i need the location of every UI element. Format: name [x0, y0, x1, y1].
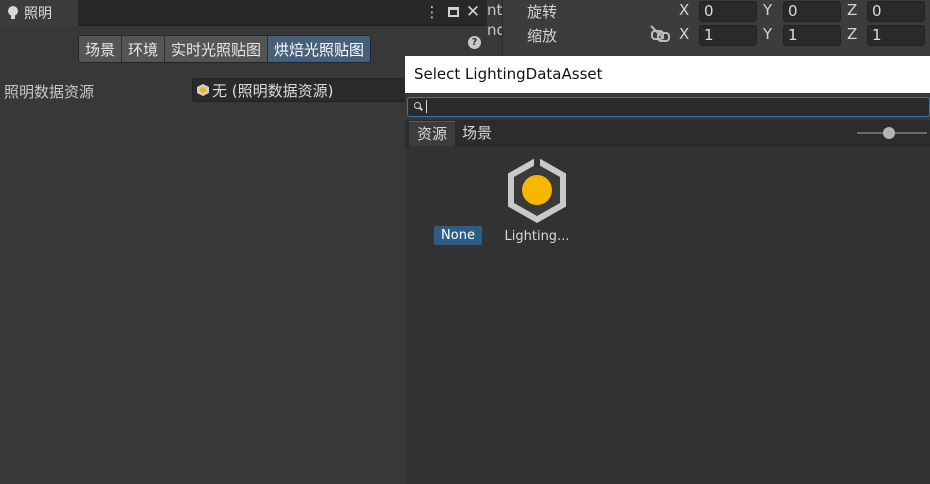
lighting-data-value: 无 (照明数据资源) — [212, 81, 334, 100]
rotation-y-label: Y — [763, 1, 773, 19]
scale-x-field[interactable]: 1 — [699, 25, 757, 46]
rotation-z-label: Z — [847, 1, 858, 19]
icon-size-slider[interactable] — [857, 127, 927, 139]
more-options-icon[interactable]: ⋮ — [422, 2, 442, 22]
close-icon[interactable]: ✕ — [463, 2, 483, 22]
scale-y-field[interactable]: 1 — [783, 25, 841, 46]
transform-inspector: 旋转 X 0 Y 0 Z 0 缩放 X 1 Y 1 Z 1 — [502, 0, 930, 56]
tab-scene-objects[interactable]: 场景 — [454, 121, 500, 146]
help-icon[interactable]: ? — [468, 36, 481, 49]
slider-thumb[interactable] — [883, 127, 895, 139]
rotation-z-field[interactable]: 0 — [867, 1, 925, 22]
editor-screen: 照明 ⋮ ✕ 场景 环境 实时光照贴图 烘焙光照贴图 ? 照明数据资源 无 (照… — [0, 0, 930, 484]
text-caret — [426, 100, 427, 113]
tab-assets[interactable]: 资源 — [409, 121, 456, 146]
lighting-data-label: 照明数据资源 — [4, 83, 95, 101]
scale-z-field[interactable]: 1 — [867, 25, 925, 46]
picker-item-lighting-data[interactable]: Lighting... — [498, 157, 576, 244]
picker-item-none-label: None — [434, 226, 482, 245]
picker-search-row — [405, 93, 930, 120]
picker-item-lighting-data-label: Lighting... — [504, 229, 570, 244]
picker-tabs: 资源 场景 — [405, 120, 930, 146]
scale-label: 缩放 — [527, 27, 558, 45]
lighting-window-tab[interactable]: 照明 — [0, 0, 78, 26]
lightbulb-icon — [8, 6, 18, 20]
tab-environment[interactable]: 环境 — [122, 36, 166, 62]
tab-scene[interactable]: 场景 — [79, 36, 123, 62]
lighting-window-tab-bar: 照明 ⋮ ✕ — [0, 0, 487, 26]
scale-y-label: Y — [763, 25, 773, 43]
picker-search-input[interactable] — [430, 98, 920, 116]
picker-search-box[interactable] — [407, 97, 930, 117]
picker-item-none[interactable]: None — [419, 226, 497, 245]
maximize-icon[interactable] — [443, 2, 463, 22]
search-icon — [414, 102, 422, 110]
picker-title: Select LightingDataAsset — [414, 65, 603, 83]
object-picker-window: Select LightingDataAsset 资源 场景 None Ligh… — [405, 56, 930, 484]
lighting-data-asset-icon — [197, 84, 209, 96]
tab-baked-lightmaps[interactable]: 烘焙光照贴图 — [268, 36, 371, 62]
scale-z-label: Z — [847, 25, 858, 43]
lighting-data-asset-icon — [508, 157, 566, 223]
lighting-window-title: 照明 — [24, 6, 52, 22]
rotation-label: 旋转 — [527, 3, 558, 21]
lighting-data-object-field[interactable]: 无 (照明数据资源) — [192, 78, 422, 102]
scale-x-label: X — [679, 25, 690, 43]
lighting-mode-tabs: 场景 环境 实时光照贴图 烘焙光照贴图 — [78, 35, 372, 63]
rotation-x-label: X — [679, 1, 690, 19]
rotation-y-field[interactable]: 0 — [783, 1, 841, 22]
partial-label-1: nt — [487, 1, 503, 19]
picker-title-bar[interactable]: Select LightingDataAsset — [405, 56, 930, 93]
tab-realtime-lightmaps[interactable]: 实时光照贴图 — [165, 36, 269, 62]
rotation-x-field[interactable]: 0 — [699, 1, 757, 22]
